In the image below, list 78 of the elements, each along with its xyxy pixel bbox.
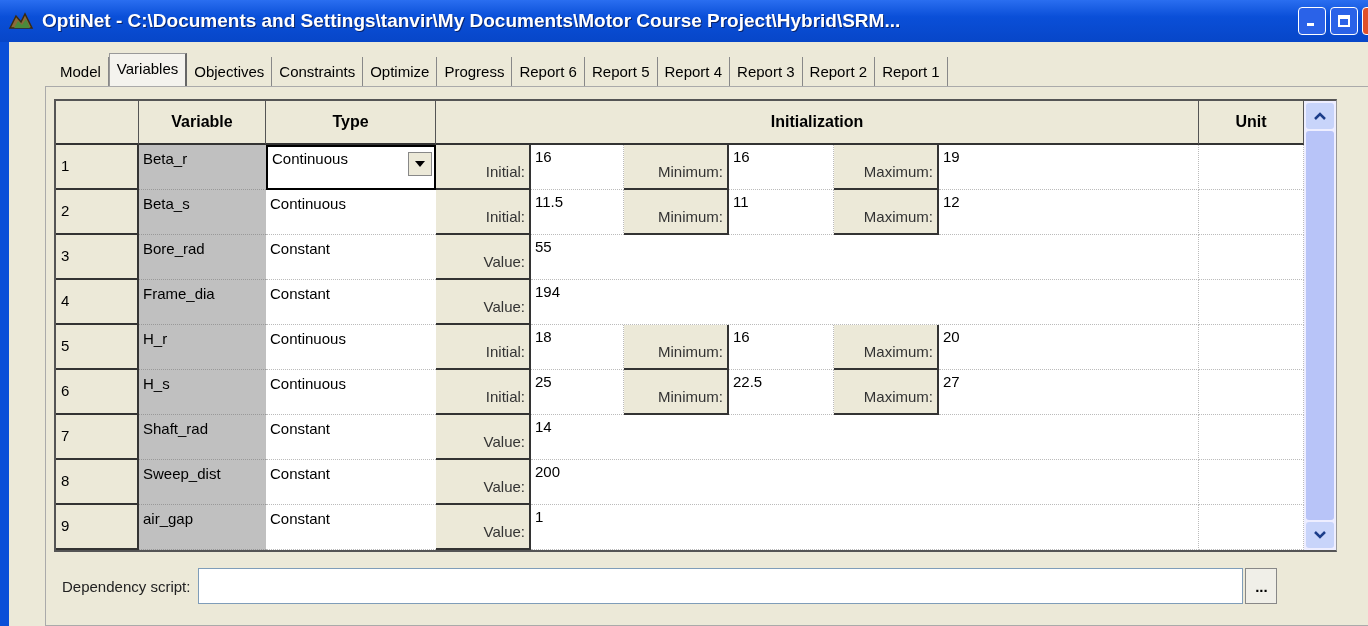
- row-number: 4: [56, 280, 139, 325]
- maximum-value: 27: [939, 370, 1199, 415]
- type-cell: Constant: [266, 505, 436, 550]
- value-label: Value:: [436, 415, 531, 460]
- browse-button[interactable]: ...: [1245, 568, 1278, 604]
- row-number: 7: [56, 415, 139, 460]
- row-number: 1: [56, 145, 139, 190]
- variable-cell: Frame_dia: [139, 280, 266, 325]
- type-cell: Constant: [266, 280, 436, 325]
- value-cell: 194: [531, 280, 1199, 325]
- variable-cell: air_gap: [139, 505, 266, 550]
- initial-label: Initial:: [436, 325, 531, 370]
- minimum-label: Minimum:: [624, 190, 729, 235]
- variable-cell: H_r: [139, 325, 266, 370]
- value-cell: 55: [531, 235, 1199, 280]
- dependency-script-label: Dependency script:: [62, 577, 191, 595]
- value-cell: 200: [531, 460, 1199, 505]
- column-header: Initialization: [436, 101, 1199, 145]
- variable-cell: Shaft_rad: [139, 415, 266, 460]
- tab[interactable]: Variables: [108, 53, 188, 86]
- row-number: 6: [56, 370, 139, 415]
- type-cell: Continuous: [266, 190, 436, 235]
- minimize-button[interactable]: [1298, 7, 1326, 35]
- initial-value: 25: [531, 370, 624, 415]
- initial-label: Initial:: [436, 145, 531, 190]
- minimum-value: 16: [729, 325, 834, 370]
- initial-value: 16: [531, 145, 624, 190]
- scroll-down-icon[interactable]: [1306, 522, 1334, 548]
- type-dropdown[interactable]: Continuous: [266, 145, 436, 190]
- type-cell: Constant: [266, 460, 436, 505]
- value-label: Value:: [436, 235, 531, 280]
- value-cell: 14: [531, 415, 1199, 460]
- value-label: Value:: [436, 505, 531, 550]
- scroll-up-icon[interactable]: [1306, 103, 1334, 129]
- maximum-label: Maximum:: [834, 370, 939, 415]
- maximum-value: 20: [939, 325, 1199, 370]
- window-title: OptiNet - C:\Documents and Settings\tanvir\My Documents\Motor Course Project\Hybrid\SRM...: [42, 10, 902, 32]
- column-header: Unit: [1199, 101, 1304, 145]
- minimum-value: 22.5: [729, 370, 834, 415]
- maximum-label: Maximum:: [834, 190, 939, 235]
- maximum-label: Maximum:: [834, 325, 939, 370]
- variable-cell: H_s: [139, 370, 266, 415]
- scroll-thumb[interactable]: [1306, 131, 1334, 520]
- row-number: 8: [56, 460, 139, 505]
- minimum-value: 16: [729, 145, 834, 190]
- minimum-label: Minimum:: [624, 325, 729, 370]
- type-cell: Continuous: [266, 370, 436, 415]
- variable-cell: Bore_rad: [139, 235, 266, 280]
- app-icon: [8, 10, 34, 32]
- type-cell: Continuous: [266, 325, 436, 370]
- row-number: 2: [56, 190, 139, 235]
- initial-label: Initial:: [436, 190, 531, 235]
- variable-cell: Beta_s: [139, 190, 266, 235]
- type-cell: Constant: [266, 235, 436, 280]
- maximize-icon[interactable]: [1337, 14, 1351, 28]
- variable-cell: Beta_r: [139, 145, 266, 190]
- initial-value: 11.5: [531, 190, 624, 235]
- row-number: 9: [56, 505, 139, 550]
- maximize-button[interactable]: [1330, 7, 1358, 35]
- initial-value: 18: [531, 325, 624, 370]
- row-number: 5: [56, 325, 139, 370]
- initial-label: Initial:: [436, 370, 531, 415]
- type-cell: Constant: [266, 415, 436, 460]
- row-number: 3: [56, 235, 139, 280]
- maximum-value: 12: [939, 190, 1199, 235]
- minimum-label: Minimum:: [624, 370, 729, 415]
- dependency-script-field[interactable]: [198, 568, 1244, 604]
- minimum-label: Minimum:: [624, 145, 729, 190]
- column-header: Type: [266, 101, 436, 145]
- value-label: Value:: [436, 280, 531, 325]
- maximum-value: 19: [939, 145, 1199, 190]
- value-cell: 1: [531, 505, 1199, 550]
- scrollbar[interactable]: [1304, 101, 1336, 550]
- maximum-label: Maximum:: [834, 145, 939, 190]
- minimum-value: 11: [729, 190, 834, 235]
- column-header: Variable: [139, 101, 266, 145]
- variable-cell: Sweep_dist: [139, 460, 266, 505]
- value-label: Value:: [436, 460, 531, 505]
